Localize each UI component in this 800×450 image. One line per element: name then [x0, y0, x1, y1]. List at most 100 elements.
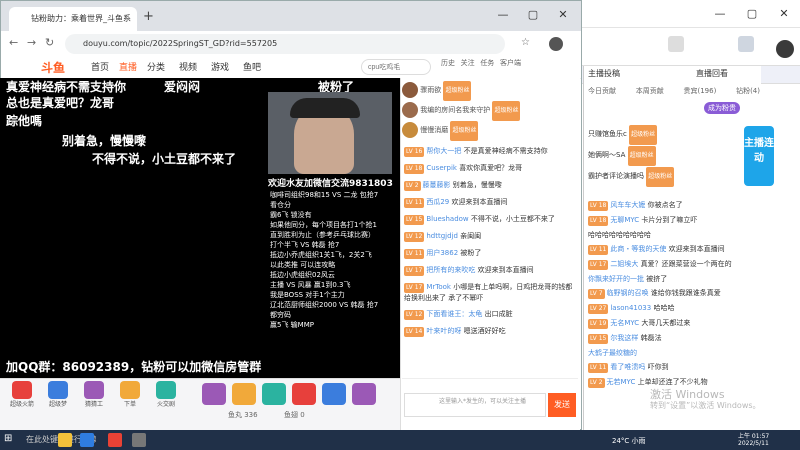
- tab-today[interactable]: 今日贡献: [588, 86, 616, 100]
- edge-icon[interactable]: [80, 433, 94, 447]
- chat-message[interactable]: 哈哈哈哈哈哈哈哈哈: [588, 230, 760, 240]
- chat-username[interactable]: 看了唯溃吗: [610, 363, 645, 371]
- chat-message[interactable]: LV 11 西瓜29 欢迎来到本直播间: [404, 197, 576, 208]
- chat-username[interactable]: 藤蔓藤影: [423, 181, 451, 189]
- chat-message[interactable]: LV 2 藤蔓藤影 别着急，慢慢嚟: [404, 180, 576, 191]
- gift-item[interactable]: 超级火箭: [6, 381, 38, 408]
- chat-message[interactable]: LV 17 把所有的来吹吃 欢迎来到本直播间: [404, 265, 576, 276]
- nav-video[interactable]: 视频: [179, 60, 197, 73]
- rank-item[interactable]: 骤雨欲 超级粉丝: [402, 80, 578, 101]
- chat-username[interactable]: 此商・等我的天使: [610, 245, 666, 253]
- client-icon[interactable]: 客户端: [500, 58, 521, 68]
- gift-icon[interactable]: [202, 383, 226, 405]
- chat-message[interactable]: LV 18 Cuserpik 喜欢你真爱吧？龙哥: [404, 163, 576, 174]
- chat-message[interactable]: 你飘来好开的一批 被挤了: [588, 274, 760, 284]
- clock-time[interactable]: 上午 01:57: [738, 431, 769, 440]
- site-search-input[interactable]: [361, 59, 431, 75]
- rank-item[interactable]: 慢慢消磨 超级粉丝: [402, 120, 578, 141]
- tab-diamond[interactable]: 钻粉(4): [736, 86, 760, 100]
- chat-message[interactable]: LV 17 MrTook 小哪是有上单吗啊，日鸡把龙哥的钱都给换利出来了 承了不幂…: [404, 282, 576, 303]
- chat-message[interactable]: LV 11 用户3862 被粉了: [404, 248, 576, 259]
- chat-message[interactable]: LV 7 临野钢的召唤 谁给你钱我跟谁条真爱: [588, 288, 760, 299]
- chat-message[interactable]: LV 27 lason41033 哈哈哈: [588, 303, 760, 314]
- chat-username[interactable]: 尔我这样: [610, 334, 638, 342]
- chat-username[interactable]: 大鹤子最绞糖的: [588, 349, 637, 357]
- chat-username[interactable]: 无聊MYC: [610, 216, 639, 224]
- tab-week[interactable]: 本周贡献: [636, 86, 664, 100]
- gift-icon[interactable]: [262, 383, 286, 405]
- app-icon[interactable]: [668, 36, 684, 52]
- minimize-icon[interactable]: —: [487, 1, 519, 29]
- side-banner[interactable]: 主播连动: [744, 126, 774, 186]
- gift-icon[interactable]: [322, 383, 346, 405]
- rank-item[interactable]: 只赚馆鱼乐c 超级粉丝: [588, 124, 738, 145]
- gift-icon[interactable]: [232, 383, 256, 405]
- chat-message[interactable]: LV 14 叶来叶的呀 嗯送酒好好吃: [404, 326, 576, 337]
- nav-category[interactable]: 分类: [147, 60, 165, 73]
- download-icon[interactable]: [738, 36, 754, 52]
- chat-username[interactable]: 把所有的来吹吃: [426, 266, 475, 274]
- chat-username[interactable]: 下面看谁王：太龟: [426, 310, 482, 318]
- rank-item[interactable]: 我编的房间名我来守护 超级粉丝: [402, 100, 578, 121]
- become-fan-badge[interactable]: 成为粉贵: [704, 102, 740, 114]
- close-icon[interactable]: ✕: [547, 1, 579, 29]
- star-icon[interactable]: ☆: [521, 37, 530, 48]
- chat-username[interactable]: 二姐埃大: [610, 260, 638, 268]
- chat-message[interactable]: LV 15 Blueshadow 不得不说，小土豆都不来了: [404, 214, 576, 225]
- forward-icon[interactable]: →: [27, 36, 36, 49]
- weather-text[interactable]: 24°C 小雨: [612, 436, 646, 446]
- maximize-icon[interactable]: ▢: [517, 1, 549, 29]
- back-icon[interactable]: ←: [9, 36, 18, 49]
- nav-fishbar[interactable]: 鱼吧: [243, 60, 261, 73]
- gift-item[interactable]: 猜猜工: [78, 381, 110, 408]
- chat-username[interactable]: 帮你大一把: [426, 147, 461, 155]
- file-explorer-icon[interactable]: [58, 433, 72, 447]
- chat-message[interactable]: LV 12 下面看谁王：太龟 出口成脏: [404, 309, 576, 320]
- gift-icon[interactable]: [352, 383, 376, 405]
- gift-item[interactable]: 下单: [114, 381, 146, 408]
- chat-username[interactable]: Cuserpik: [426, 164, 457, 172]
- chat-message[interactable]: LV 17 二姐埃大 真爱？还跟菜营设一个两在的: [588, 259, 760, 270]
- nav-game[interactable]: 游戏: [211, 60, 229, 73]
- app-icon[interactable]: [132, 433, 146, 447]
- chat-message[interactable]: 大鹤子最绞糖的: [588, 348, 760, 358]
- chat-message[interactable]: LV 16 帮你大一把 不是真爱神经病不需支持你: [404, 146, 576, 157]
- nav-home[interactable]: 首页: [91, 60, 109, 73]
- nav-live[interactable]: 直播: [119, 60, 137, 73]
- send-button[interactable]: 发送: [548, 393, 576, 417]
- chat-username[interactable]: 西瓜29: [426, 198, 449, 206]
- gift-item[interactable]: 超级梦: [42, 381, 74, 408]
- chat-username[interactable]: hdttgjdjd: [426, 232, 458, 240]
- chat-username[interactable]: 风车车大嬷: [610, 201, 645, 209]
- close-icon[interactable]: ✕: [768, 0, 800, 28]
- avatar[interactable]: [776, 40, 794, 58]
- chat-username[interactable]: 无名MYC: [610, 319, 639, 327]
- start-icon[interactable]: ⊞: [4, 433, 12, 444]
- gift-item[interactable]: 火交剧: [150, 381, 182, 408]
- chat-message[interactable]: LV 19 无名MYC 大哥几天都过来: [588, 318, 760, 329]
- minimize-icon[interactable]: —: [704, 0, 736, 28]
- browser-tab[interactable]: 钻粉助力：乘着世界_斗鱼系: [9, 7, 137, 31]
- chat-username[interactable]: Blueshadow: [426, 215, 468, 223]
- chat-username[interactable]: 临野钢的召唤: [607, 289, 649, 297]
- chat-username[interactable]: MrTook: [426, 283, 451, 291]
- rank-item[interactable]: 她俩啊～SA 超级粉丝: [588, 145, 738, 166]
- chat-username[interactable]: 叶来叶的呀: [426, 327, 461, 335]
- chat-message[interactable]: LV 11 此商・等我的天使 欢迎来到本直播间: [588, 244, 760, 255]
- chat-message[interactable]: LV 15 尔我这样 韩磊法: [588, 333, 760, 344]
- tab-vip[interactable]: 贵宾(196): [684, 86, 717, 100]
- panel-subtitle[interactable]: 直播回看: [696, 68, 728, 79]
- reload-icon[interactable]: ↻: [45, 36, 54, 49]
- chat-username[interactable]: 无若MYC: [607, 378, 636, 386]
- chrome-icon[interactable]: [108, 433, 122, 447]
- chat-message[interactable]: LV 11 看了唯溃吗 吓你到: [588, 362, 760, 373]
- chat-message[interactable]: LV 18 无聊MYC 卡片分到了嘛立吓: [588, 215, 760, 226]
- gift-icon[interactable]: [292, 383, 316, 405]
- chat-username[interactable]: lason41033: [610, 304, 651, 312]
- task-icon[interactable]: 任务: [480, 58, 494, 68]
- chat-message[interactable]: LV 12 hdttgjdjd 亲闽闽: [404, 231, 576, 242]
- maximize-icon[interactable]: ▢: [736, 0, 768, 28]
- address-bar[interactable]: douyu.com/topic/2022SpringST_GD?rid=5572…: [65, 34, 505, 54]
- rank-item[interactable]: 霸护者评论演播吗 超级粉丝: [588, 166, 738, 187]
- history-icon[interactable]: 历史: [441, 58, 455, 68]
